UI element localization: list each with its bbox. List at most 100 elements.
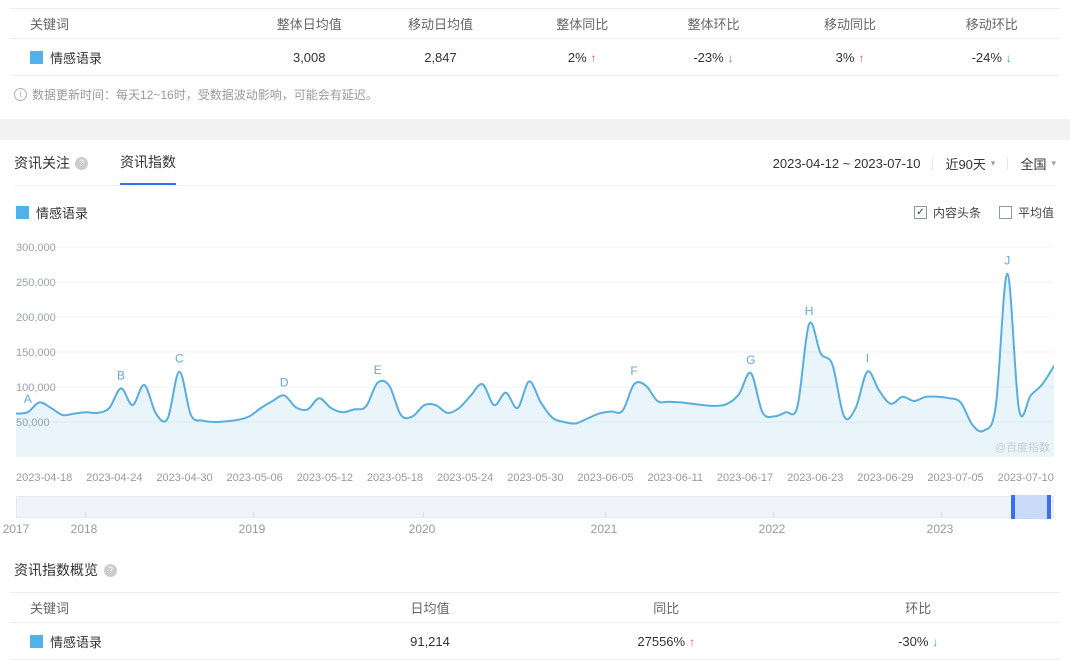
x-axis-tick: 2023-05-18 bbox=[366, 472, 424, 484]
col-header-overall-mom: 整体环比 bbox=[650, 8, 777, 39]
col-header-mom: 环比 bbox=[776, 592, 1060, 623]
x-axis-tick: 2023-06-23 bbox=[787, 472, 844, 484]
checkbox-box: ✓ bbox=[913, 206, 927, 219]
summary-header-row: 关键词 整体日均值 移动日均值 整体同比 整体环比 移动同比 移动环比 bbox=[10, 8, 1060, 39]
timeline-year: 2022 bbox=[758, 522, 786, 536]
chevron-down-icon: ▾ bbox=[990, 158, 996, 168]
summary-section: 关键词 整体日均值 移动日均值 整体同比 整体环比 移动同比 移动环比 情感语录… bbox=[0, 0, 1070, 103]
x-axis-tick: 2023-04-30 bbox=[156, 472, 213, 484]
overview-data-row: 情感语录 91,214 27556% ↑ -30% ↓ bbox=[10, 622, 1060, 660]
trend-value: -30% bbox=[898, 633, 929, 649]
tab-label: 资讯关注 bbox=[14, 155, 70, 171]
up-arrow-icon: ↑ bbox=[858, 50, 865, 65]
event-marker-A: A bbox=[24, 392, 32, 406]
checkbox-average[interactable]: 平均值 bbox=[998, 204, 1054, 221]
tab-label: 资讯指数 bbox=[120, 154, 176, 170]
col-header-daily-avg: 日均值 bbox=[304, 592, 556, 623]
x-axis-tick: 2023-06-11 bbox=[647, 472, 703, 484]
timeline-year-labels: 2017 2018 2019 2020 2021 2022 2023 bbox=[3, 518, 1054, 540]
x-axis-tick: 2023-06-29 bbox=[857, 472, 914, 484]
scrubber-selection[interactable] bbox=[1011, 495, 1051, 519]
col-header-mobile-yoy: 移动同比 bbox=[776, 8, 924, 39]
up-arrow-icon: ↑ bbox=[590, 50, 597, 65]
tab-news-index[interactable]: 资讯指数 bbox=[120, 152, 176, 185]
trend-value: 3% bbox=[835, 49, 855, 65]
help-icon[interactable]: ? bbox=[75, 156, 88, 170]
area-fill bbox=[16, 273, 1054, 457]
y-axis-tick: 150,000 bbox=[16, 347, 56, 359]
x-axis-tick: 2023-07-10 bbox=[997, 472, 1054, 484]
time-range-selector[interactable]: 近90天 ▾ bbox=[945, 154, 995, 173]
trend-tabs: 资讯关注 ? 资讯指数 bbox=[14, 152, 176, 185]
keyword-color-square bbox=[16, 206, 29, 219]
mobile-yoy-value: 3% ↑ bbox=[776, 38, 924, 76]
tab-news-attention[interactable]: 资讯关注 ? bbox=[14, 152, 88, 185]
separator bbox=[932, 157, 934, 170]
y-axis-tick: 300,000 bbox=[16, 242, 56, 254]
keyword-label: 情感语录 bbox=[50, 634, 103, 650]
trend-panel: 资讯关注 ? 资讯指数 2023-04-12 ~ 2023-07-10 近90天… bbox=[0, 152, 1070, 540]
col-header-overall-yoy: 整体同比 bbox=[514, 8, 651, 39]
checkbox-label: 平均值 bbox=[1017, 206, 1054, 220]
keyword-color-square bbox=[30, 50, 43, 64]
chart-legend-keyword[interactable]: 情感语录 bbox=[16, 203, 88, 222]
x-axis-labels: 2023-04-18 2023-04-24 2023-04-30 2023-05-06… bbox=[16, 472, 1054, 484]
trend-value: -23% bbox=[693, 49, 724, 65]
timeline-year: 2017 bbox=[2, 522, 30, 536]
keyword-legend[interactable]: 情感语录 bbox=[30, 48, 252, 67]
overview-section: 资讯指数概览 ? 关键词 日均值 同比 环比 情感语录 91,214 27556… bbox=[0, 560, 1070, 660]
x-axis-tick: 2023-04-18 bbox=[16, 472, 73, 484]
date-range[interactable]: 2023-04-12 ~ 2023-07-10 bbox=[773, 156, 921, 171]
timeline-year: 2021 bbox=[590, 522, 618, 536]
x-axis-tick: 2023-05-30 bbox=[507, 472, 564, 484]
col-header-mobile-mom: 移动环比 bbox=[923, 8, 1060, 39]
watermark: @百度指数 bbox=[995, 440, 1050, 454]
section-divider bbox=[0, 119, 1070, 140]
event-marker-H: H bbox=[805, 304, 814, 318]
col-header-yoy: 同比 bbox=[556, 592, 777, 623]
region-value: 全国 bbox=[1020, 157, 1047, 172]
overview-table: 关键词 日均值 同比 环比 情感语录 91,214 27556% ↑ -30% ↓ bbox=[10, 592, 1060, 660]
help-icon[interactable]: ? bbox=[104, 563, 117, 577]
x-axis-tick: 2023-05-24 bbox=[437, 472, 494, 484]
overall-daily-avg-value: 3,008 bbox=[251, 38, 367, 76]
trend-value: -24% bbox=[971, 49, 1002, 65]
trend-value: 2% bbox=[567, 49, 587, 65]
x-axis-tick: 2023-04-24 bbox=[86, 472, 143, 484]
down-arrow-icon: ↓ bbox=[932, 634, 939, 649]
overall-mom-value: -23% ↓ bbox=[650, 38, 777, 76]
col-header-keyword: 关键词 bbox=[10, 8, 252, 39]
time-range-value: 近90天 bbox=[945, 157, 986, 172]
x-axis-tick: 2023-06-17 bbox=[716, 472, 774, 484]
keyword-label: 情感语录 bbox=[50, 50, 103, 66]
checkbox-box bbox=[998, 206, 1012, 219]
event-marker-B: B bbox=[117, 368, 125, 382]
col-header-mobile-daily-avg: 移动日均值 bbox=[367, 8, 514, 39]
trend-value: 27556% bbox=[637, 633, 686, 649]
x-axis-tick: 2023-06-05 bbox=[577, 472, 634, 484]
event-marker-E: E bbox=[374, 363, 382, 377]
keyword-color-square bbox=[30, 634, 43, 648]
event-marker-I: I bbox=[866, 352, 869, 366]
event-marker-C: C bbox=[175, 352, 184, 366]
scrubber-tick bbox=[605, 512, 606, 517]
y-axis-tick: 250,000 bbox=[16, 277, 56, 289]
mobile-daily-avg-value: 2,847 bbox=[367, 38, 514, 76]
overview-title: 资讯指数概览 bbox=[14, 562, 98, 578]
timeline-scrubber[interactable] bbox=[16, 495, 1054, 519]
region-selector[interactable]: 全国 ▾ bbox=[1020, 154, 1056, 173]
separator bbox=[1007, 157, 1009, 170]
scrubber-tick bbox=[85, 512, 86, 517]
yoy-value: 27556% ↑ bbox=[556, 622, 777, 660]
checkbox-content-headline[interactable]: ✓ 内容头条 bbox=[913, 204, 981, 221]
keyword-legend[interactable]: 情感语录 bbox=[30, 632, 304, 651]
scrubber-tick bbox=[253, 512, 254, 517]
timeline-year: 2023 bbox=[926, 522, 954, 536]
daily-avg-value: 91,214 bbox=[304, 622, 556, 660]
event-marker-D: D bbox=[280, 375, 289, 389]
col-header-keyword: 关键词 bbox=[10, 592, 304, 623]
scrubber-tick bbox=[941, 512, 942, 517]
trend-chart[interactable]: 300,000250,000200,000150,000100,00050,00… bbox=[15, 235, 1055, 466]
col-header-overall-daily-avg: 整体日均值 bbox=[251, 8, 367, 39]
chevron-down-icon: ▾ bbox=[1051, 158, 1056, 168]
